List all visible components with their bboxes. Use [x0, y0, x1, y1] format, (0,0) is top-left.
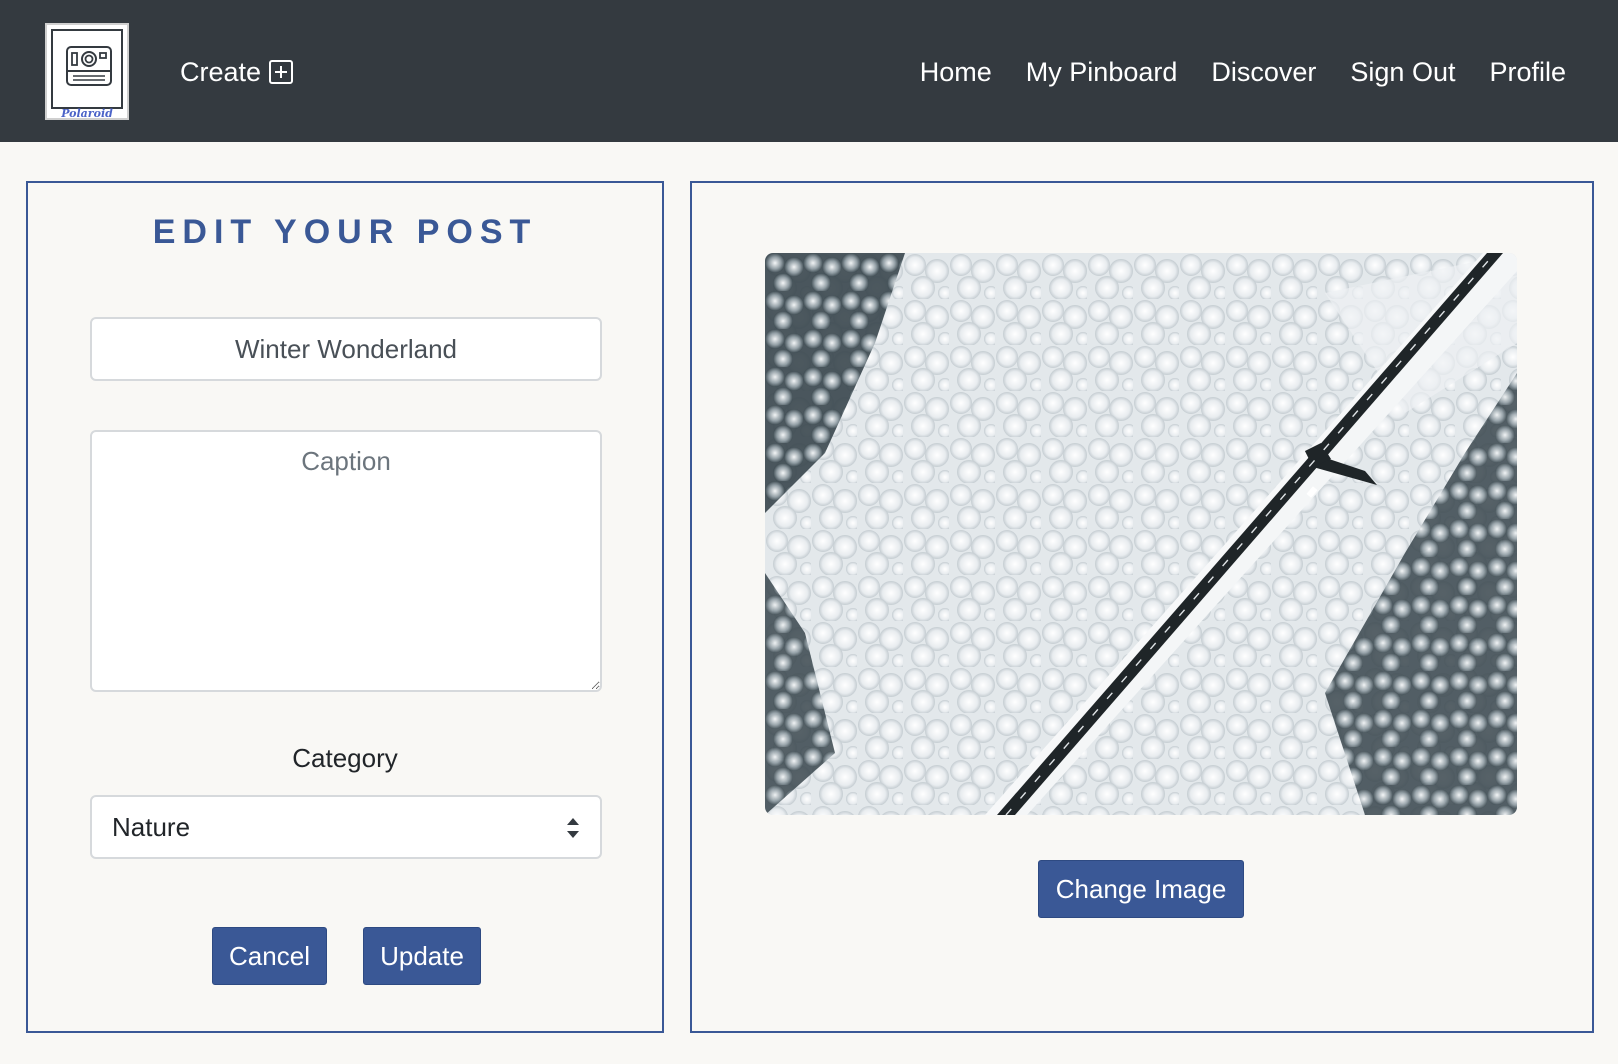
- camera-icon: [66, 46, 112, 86]
- logo-text: Polaroid: [61, 107, 113, 120]
- nav-links: Home My Pinboard Discover Sign Out Profi…: [920, 52, 1566, 92]
- page-title: EDIT YOUR POST: [152, 213, 538, 251]
- change-image-button[interactable]: Change Image: [1038, 860, 1244, 918]
- create-link[interactable]: Create: [180, 52, 294, 92]
- cancel-button[interactable]: Cancel: [212, 927, 327, 985]
- image-panel: Change Image: [690, 181, 1594, 1033]
- nav-profile[interactable]: Profile: [1489, 57, 1566, 88]
- nav-discover[interactable]: Discover: [1211, 57, 1316, 88]
- create-label: Create: [180, 56, 262, 87]
- snowy-forest-road-image: [765, 253, 1517, 815]
- nav-my-pinboard[interactable]: My Pinboard: [1026, 57, 1178, 88]
- navbar: Polaroid Create Home My Pinboard Discove…: [0, 0, 1618, 142]
- category-selected-value: Nature: [112, 811, 191, 842]
- caption-textarea[interactable]: [90, 430, 602, 692]
- logo-frame: [51, 29, 123, 109]
- category-label: Category: [292, 743, 398, 773]
- edit-post-panel: EDIT YOUR POST Category Nature Cancel Up…: [26, 181, 664, 1033]
- post-image: [765, 253, 1517, 815]
- post-title-input[interactable]: [90, 317, 602, 381]
- select-arrows-icon: [566, 818, 580, 838]
- update-button[interactable]: Update: [363, 927, 481, 985]
- nav-sign-out[interactable]: Sign Out: [1350, 57, 1455, 88]
- plus-square-icon: [269, 60, 294, 84]
- polaroid-logo[interactable]: Polaroid: [45, 23, 129, 120]
- nav-home[interactable]: Home: [920, 57, 992, 88]
- category-select[interactable]: Nature: [90, 795, 602, 859]
